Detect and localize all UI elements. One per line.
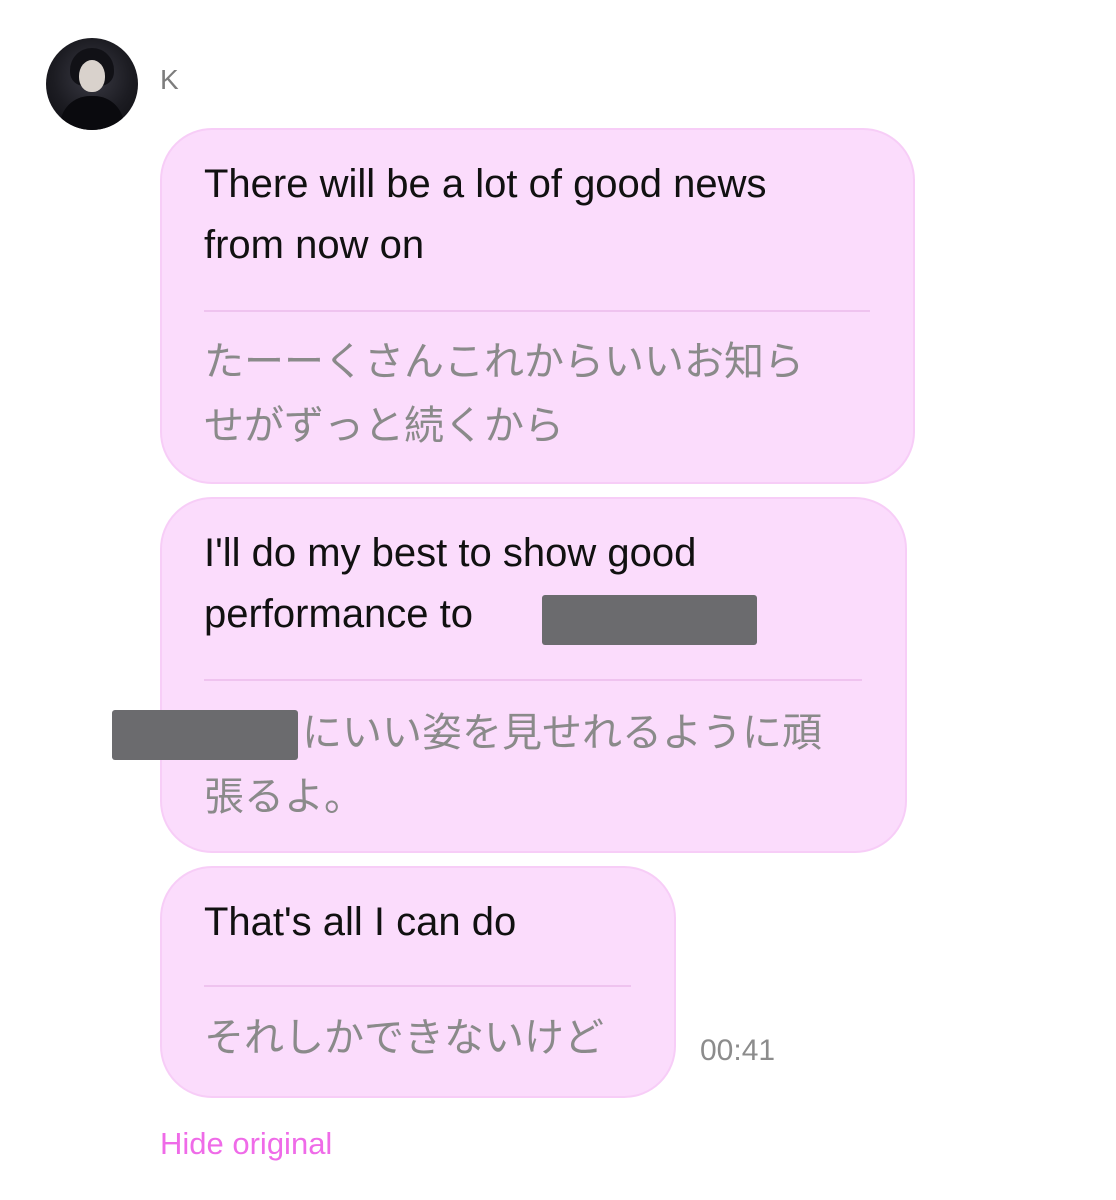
original-text-1: There will be a lot of good news from no… [204, 162, 767, 267]
message-bubble-2[interactable]: I'll do my best to show good performance… [160, 497, 907, 853]
translation-divider-3 [204, 985, 631, 987]
message-bubble-1[interactable]: There will be a lot of good news from no… [160, 128, 915, 484]
translated-text-1: たーーくさんこれからいいお知ら せがずっと続くから [204, 339, 804, 449]
hide-original-link[interactable]: Hide original [160, 1126, 332, 1162]
redacted-name-block-jp [112, 710, 298, 760]
message-timestamp: 00:41 [700, 1034, 776, 1067]
sender-avatar[interactable] [46, 38, 138, 130]
avatar-body [60, 96, 124, 130]
translation-divider-1 [204, 310, 870, 312]
redacted-name-block [542, 595, 757, 645]
avatar-face [79, 60, 105, 92]
message-bubble-3[interactable]: That's all I can do それしかできないけど [160, 866, 676, 1098]
sender-name: K [160, 64, 179, 95]
translated-text-3: それしかできないけど [204, 1015, 604, 1061]
original-text-3: That's all I can do [204, 900, 517, 944]
translation-divider-2 [204, 679, 862, 681]
